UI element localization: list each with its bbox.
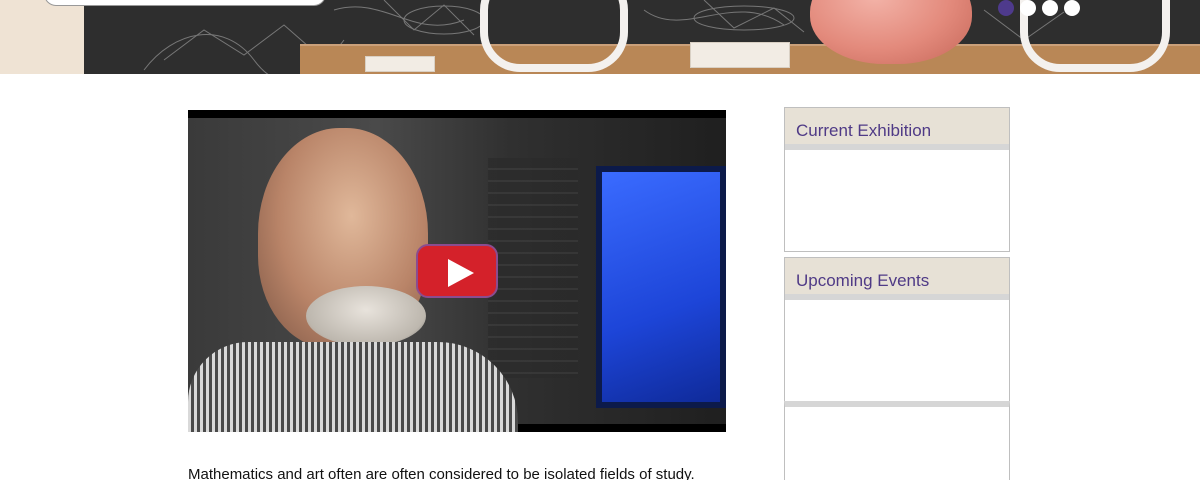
slide-dot-2[interactable]	[1020, 0, 1036, 16]
upcoming-events-title[interactable]: Upcoming Events	[785, 258, 1009, 300]
search-input[interactable]	[44, 0, 326, 6]
thumbnail-monitor	[596, 166, 726, 408]
current-exhibition-widget: Current Exhibition	[784, 107, 1010, 252]
thumbnail-beard	[306, 286, 426, 346]
slide-dot-4[interactable]	[1064, 0, 1080, 16]
slideshow-pagination	[998, 0, 1080, 16]
slide-dot-1[interactable]	[998, 0, 1014, 16]
video-player[interactable]	[188, 110, 726, 432]
sidebar-widget	[784, 401, 1010, 480]
intro-paragraph: Mathematics and art often are often cons…	[188, 466, 695, 480]
banner-wall	[0, 0, 84, 74]
book	[690, 42, 790, 68]
thumbnail-shelves	[488, 158, 578, 378]
book	[365, 56, 435, 72]
current-exhibition-title[interactable]: Current Exhibition	[785, 108, 1009, 150]
thumbnail-shirt	[188, 342, 518, 432]
knot-sculpture	[480, 0, 628, 72]
slide-dot-3[interactable]	[1042, 0, 1058, 16]
play-icon[interactable]	[416, 244, 498, 298]
upcoming-events-widget: Upcoming Events	[784, 257, 1010, 402]
hero-banner	[0, 0, 1200, 74]
